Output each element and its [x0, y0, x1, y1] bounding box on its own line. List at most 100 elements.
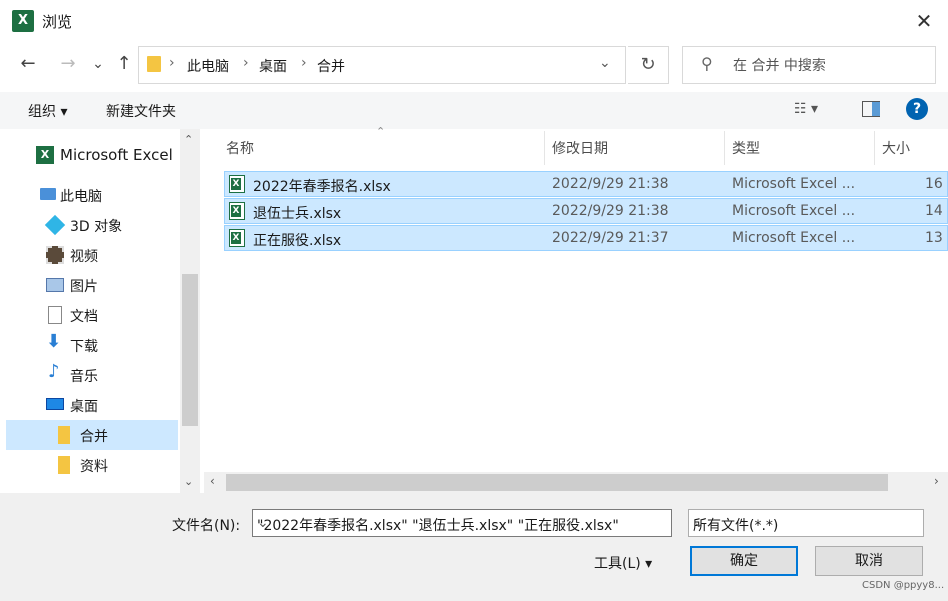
- file-row[interactable]: 正在服役.xlsx 2022/9/29 21:37 Microsoft Exce…: [224, 225, 948, 251]
- sidebar-item-label: 桌面: [70, 399, 98, 415]
- sidebar-item-label: 资料: [80, 459, 108, 475]
- watermark-text: CSDN @ppyy8...: [862, 580, 945, 591]
- file-date: 2022/9/29 21:38: [552, 176, 669, 192]
- excel-file-icon: [229, 202, 245, 220]
- sidebar-item-materials[interactable]: 资料: [6, 450, 178, 480]
- recent-locations-button[interactable]: ⌄: [84, 50, 112, 78]
- view-options-icon[interactable]: ☷ ▾: [794, 101, 818, 117]
- picture-icon: [46, 278, 64, 292]
- cancel-button[interactable]: 取消: [815, 546, 923, 576]
- sidebar-item-documents[interactable]: 文档: [6, 300, 178, 330]
- sidebar-item-videos[interactable]: 视频: [6, 240, 178, 270]
- sidebar-item-label: 下载: [70, 339, 98, 355]
- file-list: ⌃ 名称 修改日期 类型 大小 2022年春季报名.xlsx 2022/9/29…: [204, 125, 948, 472]
- file-name: 退伍士兵.xlsx: [253, 206, 342, 222]
- file-date: 2022/9/29 21:38: [552, 203, 669, 219]
- organize-button[interactable]: 组织 ▾: [28, 101, 67, 121]
- ok-button[interactable]: 确定: [690, 546, 798, 576]
- download-icon: ⬇: [46, 331, 62, 352]
- computer-icon: [40, 188, 56, 200]
- file-type: Microsoft Excel ...: [732, 203, 856, 219]
- filename-input[interactable]: "2022年春季报名.xlsx" "退伍士兵.xlsx" "正在服役.xlsx"…: [252, 509, 672, 537]
- scroll-right-icon[interactable]: ›: [934, 474, 939, 488]
- sidebar-item-label: Microsoft Excel: [60, 146, 173, 164]
- sidebar-item-label: 3D 对象: [70, 219, 123, 235]
- breadcrumb-this-pc[interactable]: 此电脑: [187, 56, 229, 76]
- window-title: 浏览: [42, 13, 73, 31]
- search-box[interactable]: ⚲: [682, 46, 936, 84]
- sidebar-scrollbar-thumb[interactable]: [182, 274, 198, 426]
- sidebar-item-label: 图片: [70, 279, 98, 295]
- file-type-filter[interactable]: 所有文件(*.*) ⌄: [688, 509, 924, 537]
- address-bar[interactable]: › 此电脑 › 桌面 › 合并 ⌄: [138, 46, 626, 84]
- new-folder-button[interactable]: 新建文件夹: [106, 101, 176, 121]
- tools-button[interactable]: 工具(L) ▾: [594, 553, 652, 573]
- breadcrumb-separator: ›: [243, 55, 249, 71]
- column-header-type[interactable]: 类型: [732, 138, 760, 158]
- file-date: 2022/9/29 21:37: [552, 230, 669, 246]
- cube-icon: [44, 214, 66, 236]
- video-icon: [46, 246, 64, 264]
- breadcrumb-merge[interactable]: 合并: [317, 56, 345, 76]
- sort-ascending-icon: ⌃: [376, 125, 386, 138]
- forward-button[interactable]: →: [54, 50, 82, 78]
- sidebar-item-pictures[interactable]: 图片: [6, 270, 178, 300]
- scroll-up-icon[interactable]: ⌃: [184, 133, 193, 146]
- title-bar: [0, 0, 948, 42]
- column-header-date[interactable]: 修改日期: [552, 138, 608, 158]
- file-size: 14: [925, 203, 943, 219]
- chevron-down-icon[interactable]: ⌄: [693, 515, 917, 531]
- scroll-down-icon[interactable]: ⌄: [184, 475, 193, 488]
- sidebar-item-label: 合并: [80, 429, 108, 445]
- breadcrumb-desktop[interactable]: 桌面: [259, 56, 287, 76]
- excel-file-icon: [229, 175, 245, 193]
- file-type: Microsoft Excel ...: [732, 176, 856, 192]
- folder-icon: [58, 426, 70, 444]
- back-button[interactable]: ←: [14, 50, 42, 78]
- excel-app-icon: X: [12, 10, 34, 32]
- file-size: 16: [925, 176, 943, 192]
- column-divider: [544, 131, 545, 165]
- sidebar-item-this-pc[interactable]: 此电脑: [6, 180, 178, 210]
- navigation-pane: X Microsoft Excel 此电脑 3D 对象 视频 图片 文档 ⬇ 下…: [0, 129, 200, 493]
- sidebar-item-desktop[interactable]: 桌面: [6, 390, 178, 420]
- search-input[interactable]: [731, 55, 925, 77]
- document-icon: [48, 306, 62, 324]
- chevron-down-icon[interactable]: ⌄: [257, 515, 665, 531]
- excel-icon: X: [36, 146, 54, 164]
- column-divider: [874, 131, 875, 165]
- filename-label: 文件名(N):: [172, 518, 241, 534]
- scroll-left-icon[interactable]: ‹: [210, 474, 215, 488]
- sidebar-item-label: 视频: [70, 249, 98, 265]
- file-name: 2022年春季报名.xlsx: [253, 179, 391, 195]
- command-bar: 组织 ▾ 新建文件夹 ☷ ▾ ?: [0, 92, 948, 129]
- file-size: 13: [925, 230, 943, 246]
- file-row[interactable]: 退伍士兵.xlsx 2022/9/29 21:38 Microsoft Exce…: [224, 198, 948, 224]
- excel-file-icon: [229, 229, 245, 247]
- file-row[interactable]: 2022年春季报名.xlsx 2022/9/29 21:38 Microsoft…: [224, 171, 948, 197]
- folder-icon: [147, 56, 161, 72]
- column-divider: [724, 131, 725, 165]
- breadcrumb-separator: ›: [301, 55, 307, 71]
- music-icon: ♪: [48, 361, 60, 382]
- refresh-button[interactable]: ↻: [628, 46, 669, 84]
- up-button[interactable]: ↑: [110, 50, 138, 78]
- sidebar-item-music[interactable]: ♪ 音乐: [6, 360, 178, 390]
- help-icon[interactable]: ?: [906, 98, 928, 120]
- search-icon: ⚲: [701, 54, 713, 73]
- sidebar-item-3d-objects[interactable]: 3D 对象: [6, 210, 178, 240]
- horizontal-scrollbar-thumb[interactable]: [226, 474, 888, 491]
- column-header-name[interactable]: 名称: [226, 138, 254, 158]
- sidebar-item-downloads[interactable]: ⬇ 下载: [6, 330, 178, 360]
- breadcrumb-separator: ›: [169, 55, 175, 71]
- address-dropdown-icon[interactable]: ⌄: [599, 55, 611, 71]
- sidebar-item-label: 音乐: [70, 369, 98, 385]
- column-header-size[interactable]: 大小: [882, 138, 910, 158]
- sidebar-item-label: 文档: [70, 309, 98, 325]
- preview-pane-icon[interactable]: [862, 101, 880, 117]
- sidebar-item-excel[interactable]: X Microsoft Excel: [6, 140, 178, 170]
- file-type: Microsoft Excel ...: [732, 230, 856, 246]
- folder-icon: [58, 456, 70, 474]
- sidebar-item-merge[interactable]: 合并: [6, 420, 178, 450]
- close-icon[interactable]: ✕: [906, 6, 942, 36]
